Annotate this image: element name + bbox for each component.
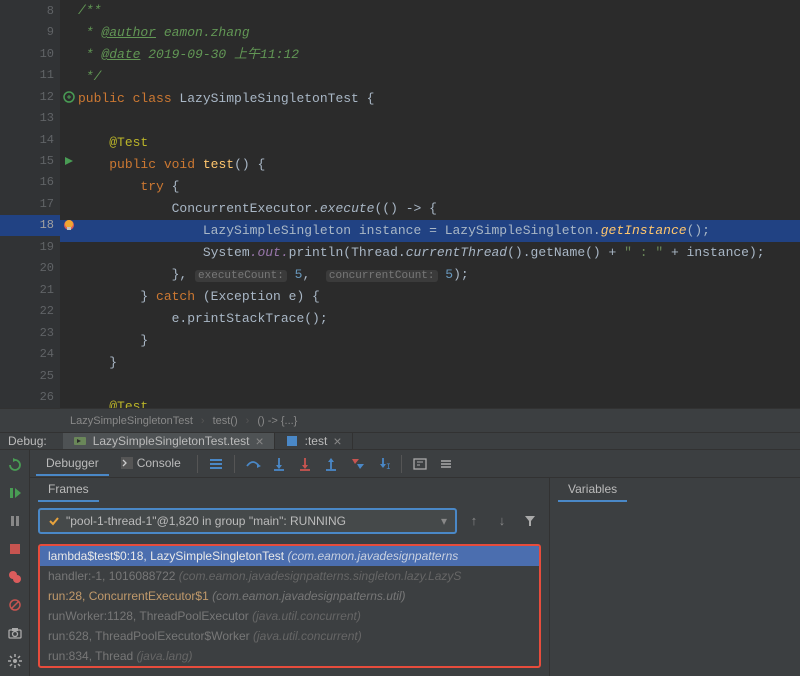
drop-frame-button[interactable] — [345, 452, 369, 476]
line-number: 10 — [40, 47, 54, 61]
line-number: 12 — [40, 90, 54, 104]
variables-panel: Variables — [550, 478, 800, 676]
debug-header: Debug: LazySimpleSingletonTest.test × :t… — [0, 433, 800, 450]
line-number: 21 — [40, 283, 54, 297]
filter-button[interactable] — [519, 510, 541, 532]
stack-frame[interactable]: run:628, ThreadPoolExecutor$Worker (java… — [40, 626, 539, 646]
line-number: 26 — [40, 390, 54, 404]
line-number: 23 — [40, 326, 54, 340]
breadcrumb-item[interactable]: () -> {...} — [257, 415, 297, 427]
view-breakpoints-button[interactable] — [4, 566, 26, 588]
code-editor: 8 9 10 11 12 13 14 15 16 17 18 — [0, 0, 800, 432]
force-step-into-button[interactable] — [293, 452, 317, 476]
line-number: 13 — [40, 111, 54, 125]
line-number: 24 — [40, 347, 54, 361]
chevron-right-icon: › — [201, 415, 205, 427]
debug-session-tab[interactable]: :test × — [275, 433, 353, 449]
chevron-down-icon: ▾ — [441, 514, 447, 528]
stack-frame[interactable]: run:834, Thread (java.lang) — [40, 646, 539, 666]
debug-label: Debug: — [8, 434, 47, 448]
camera-button[interactable] — [4, 622, 26, 644]
line-number: 11 — [40, 68, 54, 82]
line-number: 20 — [40, 261, 54, 275]
check-icon — [48, 515, 60, 527]
intention-bulb-icon[interactable] — [62, 218, 76, 232]
gutter: 8 9 10 11 12 13 14 15 16 17 18 — [0, 0, 60, 408]
rerun-button[interactable] — [4, 454, 26, 476]
close-tab-icon[interactable]: × — [333, 433, 341, 449]
stack-frame[interactable]: handler:-1, 1016088722 (com.eamon.javade… — [40, 566, 539, 586]
line-number: 8 — [47, 4, 54, 18]
stack-frame[interactable]: lambda$test$0:18, LazySimpleSingletonTes… — [40, 546, 539, 566]
run-gutter-icon[interactable] — [62, 154, 76, 168]
breadcrumb-item[interactable]: test() — [213, 415, 238, 427]
console-tab[interactable]: Console — [111, 452, 191, 476]
evaluate-expression-button[interactable] — [408, 452, 432, 476]
code-area: 8 9 10 11 12 13 14 15 16 17 18 — [0, 0, 800, 408]
step-into-button[interactable] — [267, 452, 291, 476]
step-over-button[interactable] — [241, 452, 265, 476]
line-number: 19 — [40, 240, 54, 254]
stack-frame[interactable]: run:28, ConcurrentExecutor$1 (com.eamon.… — [40, 586, 539, 606]
variables-title[interactable]: Variables — [558, 478, 627, 502]
debug-session-tab[interactable]: LazySimpleSingletonTest.test × — [63, 433, 275, 449]
thread-selector[interactable]: "pool-1-thread-1"@1,820 in group "main":… — [38, 508, 457, 534]
debug-body: Debugger Console I Frames — [0, 450, 800, 676]
line-number: 16 — [40, 175, 54, 189]
debugger-tab[interactable]: Debugger — [36, 452, 109, 476]
frames-title[interactable]: Frames — [38, 478, 99, 502]
breadcrumb-item[interactable]: LazySimpleSingletonTest — [70, 415, 193, 427]
line-number: 15 — [40, 154, 54, 168]
run-to-cursor-button[interactable]: I — [371, 452, 395, 476]
chevron-right-icon: › — [246, 415, 250, 427]
line-number: 14 — [40, 133, 54, 147]
debug-main: Debugger Console I Frames — [30, 450, 800, 676]
debug-sidebar — [0, 450, 30, 676]
resume-button[interactable] — [4, 482, 26, 504]
more-button[interactable] — [434, 452, 458, 476]
settings-button[interactable] — [4, 650, 26, 672]
code-content[interactable]: /** * @author eamon.zhang * @date 2019-0… — [60, 0, 800, 408]
line-number: 22 — [40, 304, 54, 318]
close-tab-icon[interactable]: × — [255, 433, 263, 449]
stack-frame[interactable]: runWorker:1128, ThreadPoolExecutor (java… — [40, 606, 539, 626]
line-number: 25 — [40, 369, 54, 383]
gradle-icon — [285, 434, 299, 448]
run-config-icon — [73, 434, 87, 448]
class-icon[interactable] — [62, 90, 76, 104]
frames-list: lambda$test$0:18, LazySimpleSingletonTes… — [38, 544, 541, 668]
stop-button[interactable] — [4, 538, 26, 560]
debug-panel: Debug: LazySimpleSingletonTest.test × :t… — [0, 432, 800, 673]
console-icon — [121, 457, 133, 469]
line-number: 9 — [47, 25, 54, 39]
svg-text:I: I — [386, 463, 391, 472]
threads-icon[interactable] — [204, 452, 228, 476]
line-number: 18 — [40, 218, 54, 232]
debug-toolbar: Debugger Console I — [30, 450, 800, 478]
breadcrumbs[interactable]: LazySimpleSingletonTest › test() › () ->… — [0, 408, 800, 432]
prev-frame-button[interactable]: ↑ — [463, 510, 485, 532]
next-frame-button[interactable]: ↓ — [491, 510, 513, 532]
mute-breakpoints-button[interactable] — [4, 594, 26, 616]
line-number: 17 — [40, 197, 54, 211]
frames-panel: Frames "pool-1-thread-1"@1,820 in group … — [30, 478, 550, 676]
step-out-button[interactable] — [319, 452, 343, 476]
pause-button[interactable] — [4, 510, 26, 532]
